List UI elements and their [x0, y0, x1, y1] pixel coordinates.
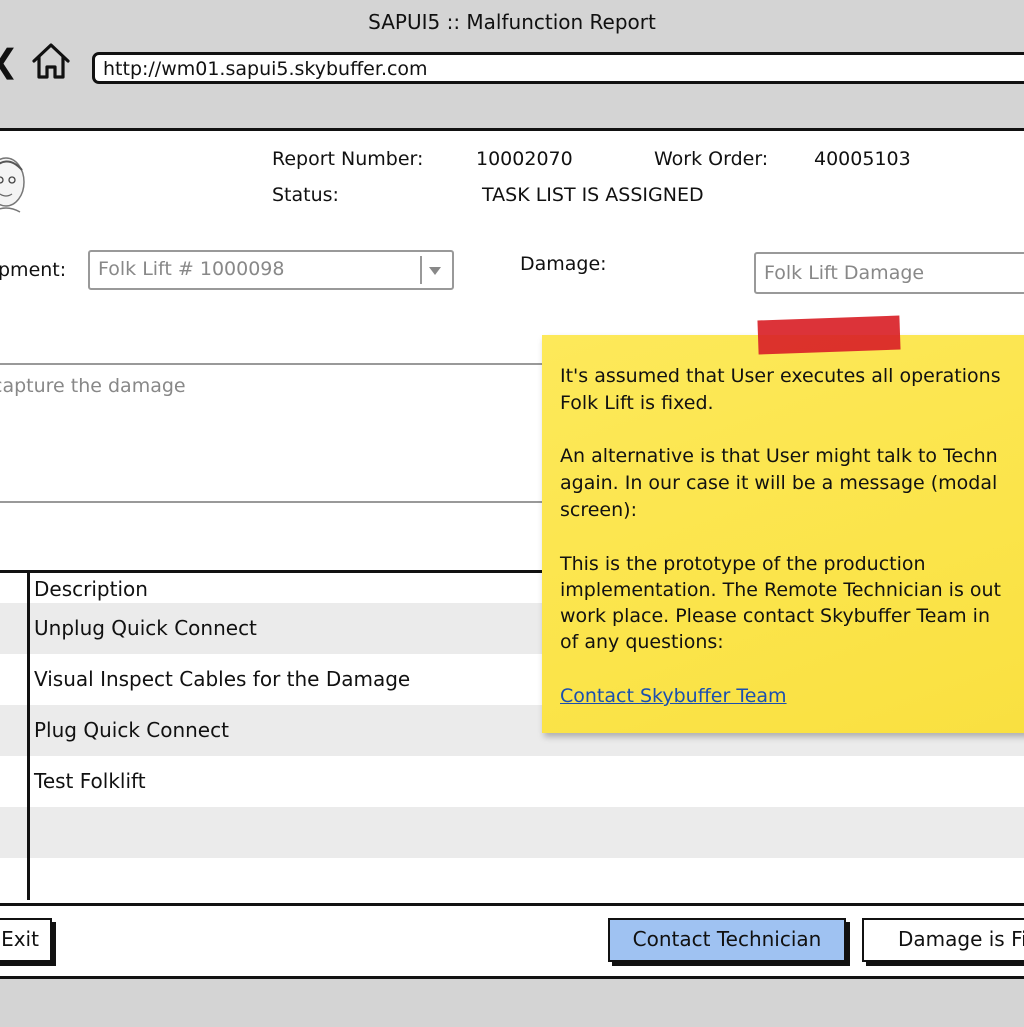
note-line: implementation. The Remote Technician is…	[560, 579, 1002, 601]
sticky-note: It's assumed that User executes all oper…	[542, 335, 1024, 733]
damage-value: Folk Lift Damage	[764, 262, 925, 284]
exit-button[interactable]: Exit	[0, 918, 52, 962]
note-line: It's assumed that User executes all oper…	[560, 365, 1001, 387]
table-row[interactable]: Test Folklift	[0, 756, 1024, 807]
task-description: Test Folklift	[34, 769, 146, 793]
task-description: Visual Inspect Cables for the Damage	[34, 667, 411, 691]
report-number-value: 10002070	[476, 148, 573, 170]
dropdown-button[interactable]	[420, 256, 448, 284]
contact-technician-button[interactable]: Contact Technician	[608, 918, 846, 962]
note-line: again. In our case it will be a message …	[560, 472, 998, 494]
report-number-label: Report Number:	[272, 148, 424, 170]
url-text: http://wm01.sapui5.skybuffer.com	[103, 58, 428, 80]
task-description: Plug Quick Connect	[34, 718, 229, 742]
contact-skybuffer-link-wrap[interactable]: Contact Skybuffer Team	[560, 683, 787, 709]
capture-placeholder: capture the damage	[0, 375, 186, 397]
home-icon[interactable]	[30, 40, 72, 82]
note-line: Folk Lift is fixed.	[560, 392, 714, 414]
description-column-header: Description	[34, 577, 148, 601]
note-line: This is the prototype of the production	[560, 553, 926, 575]
equipment-value: Folk Lift # 1000098	[98, 258, 285, 280]
chevron-down-icon	[429, 267, 441, 275]
table-row	[0, 858, 1024, 900]
damage-label: Damage:	[520, 253, 607, 275]
note-line: work place. Please contact Skybuffer Tea…	[560, 605, 990, 627]
equipment-label: pment:	[0, 259, 67, 281]
damage-field[interactable]: Folk Lift Damage	[754, 252, 1024, 294]
work-order-label: Work Order:	[654, 148, 769, 170]
tape-decoration	[757, 315, 901, 355]
window-title: SAPUI5 :: Malfunction Report	[368, 10, 656, 34]
column-divider	[27, 570, 30, 900]
contact-skybuffer-link[interactable]: Contact Skybuffer Team	[560, 685, 787, 707]
task-description: Unplug Quick Connect	[34, 616, 257, 640]
status-value: TASK LIST IS ASSIGNED	[482, 184, 704, 206]
table-row	[0, 807, 1024, 858]
note-line: of any questions:	[560, 631, 724, 653]
address-bar[interactable]: http://wm01.sapui5.skybuffer.com	[92, 52, 1024, 84]
status-label: Status:	[272, 184, 339, 206]
back-icon[interactable]: ❮	[0, 42, 19, 80]
damage-capture-area[interactable]: capture the damage	[0, 363, 570, 503]
avatar	[0, 157, 25, 213]
equipment-select[interactable]: Folk Lift # 1000098	[88, 250, 454, 290]
damage-fixed-button[interactable]: Damage is Fi	[862, 918, 1024, 962]
note-line: screen):	[560, 499, 637, 521]
note-line: An alternative is that User might talk t…	[560, 445, 998, 467]
work-order-value: 40005103	[814, 148, 911, 170]
footer-bar	[0, 976, 1024, 1027]
